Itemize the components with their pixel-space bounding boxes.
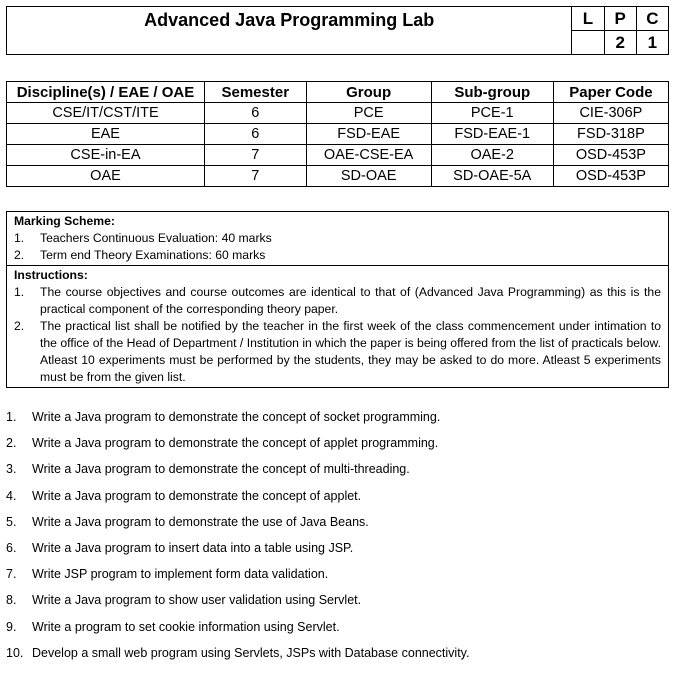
- list-number: 2.: [6, 436, 17, 451]
- marking-scheme-heading: Marking Scheme:: [14, 214, 115, 228]
- practical-list: 1. Write a Java program to demonstrate th…: [6, 404, 666, 666]
- list-item: 9. Write a program to set cookie informat…: [6, 614, 666, 640]
- table-cell: 6: [203, 102, 307, 124]
- list-item: 4. Write a Java program to demonstrate th…: [6, 483, 666, 509]
- list-number: 5.: [6, 514, 17, 529]
- instructions-section: Instructions: 1. The course objectives a…: [7, 265, 668, 387]
- list-text: Write a Java program to demonstrate the …: [32, 436, 439, 451]
- list-text: Write a Java program to demonstrate the …: [32, 462, 410, 477]
- list-item: 10. Develop a small web program using Ser…: [6, 640, 666, 666]
- scheme-instructions-box: Marking Scheme: 1. Teachers Continuous E…: [6, 211, 669, 388]
- list-text: Write JSP program to implement form data…: [32, 567, 329, 582]
- course-title-block: Advanced Java Programming Lab L P C 2 1: [5, 6, 670, 55]
- table-cell: OAE: [6, 165, 205, 187]
- list-text: Write a Java program to demonstrate the …: [32, 488, 362, 503]
- table-row: CSE-in-EA 7 OAE-CSE-EA OAE-2 OSD-453P: [6, 144, 670, 166]
- table-cell: FSD-EAE-1: [430, 123, 554, 145]
- table-row: CSE/IT/CST/ITE 6 PCE PCE-1 CIE-306P: [6, 102, 670, 124]
- list-number: 9.: [6, 619, 17, 634]
- column-header: Discipline(s) / EAE / OAE: [6, 81, 205, 103]
- list-item: 1. Teachers Continuous Evaluation: 40 ma…: [14, 230, 661, 247]
- list-text: Write a program to set cookie informatio…: [32, 619, 340, 634]
- list-item: 1. The course objectives and course outc…: [14, 284, 661, 318]
- column-header: Group: [305, 81, 432, 103]
- table-cell: 6: [203, 123, 307, 145]
- table-cell: PCE: [305, 102, 432, 124]
- list-item: 3. Write a Java program to demonstrate th…: [6, 456, 666, 482]
- marking-scheme-section: Marking Scheme: 1. Teachers Continuous E…: [7, 212, 668, 265]
- table-cell: CSE/IT/CST/ITE: [6, 102, 205, 124]
- list-item: 6. Write a Java program to insert data in…: [6, 535, 666, 561]
- list-item: 1. Write a Java program to demonstrate th…: [6, 404, 666, 430]
- table-cell: OSD-453P: [552, 165, 670, 187]
- list-text: The practical list shall be notified by …: [40, 319, 661, 384]
- table-cell: SD-OAE: [305, 165, 432, 187]
- list-text: The course objectives and course outcome…: [40, 285, 661, 316]
- list-number: 1.: [6, 410, 17, 425]
- list-item: 2. Write a Java program to demonstrate th…: [6, 430, 666, 456]
- table-cell: FSD-EAE: [305, 123, 432, 145]
- column-header: Semester: [203, 81, 307, 103]
- credit-value-l: [571, 30, 605, 55]
- list-item: 8. Write a Java program to show user vali…: [6, 587, 666, 613]
- list-number: 6.: [6, 541, 17, 556]
- credit-label-c: C: [635, 6, 670, 31]
- table-cell: PCE-1: [430, 102, 554, 124]
- list-item: 7. Write JSP program to implement form da…: [6, 561, 666, 587]
- list-number: 1.: [14, 231, 25, 245]
- list-number: 2.: [14, 248, 25, 262]
- table-cell: CIE-306P: [552, 102, 670, 124]
- table-row: OAE 7 SD-OAE SD-OAE-5A OSD-453P: [6, 165, 670, 187]
- column-header: Paper Code: [552, 81, 670, 103]
- table-cell: OSD-453P: [552, 144, 670, 166]
- credit-value-c: 1: [635, 30, 670, 55]
- list-text: Write a Java program to insert data into…: [32, 541, 354, 556]
- table-cell: 7: [203, 165, 307, 187]
- list-text: Write a Java program to demonstrate the …: [32, 514, 369, 529]
- credit-value-p: 2: [603, 30, 637, 55]
- list-number: 4.: [6, 488, 17, 503]
- table-cell: OAE-2: [430, 144, 554, 166]
- list-number: 2.: [14, 319, 25, 333]
- column-header: Sub-group: [430, 81, 554, 103]
- table-cell: CSE-in-EA: [6, 144, 205, 166]
- table-row: EAE 6 FSD-EAE FSD-EAE-1 FSD-318P: [6, 123, 670, 145]
- table-header-row: Discipline(s) / EAE / OAE Semester Group…: [6, 81, 670, 103]
- list-text: Teachers Continuous Evaluation: 40 marks: [40, 231, 272, 245]
- discipline-table: Discipline(s) / EAE / OAE Semester Group…: [6, 81, 670, 187]
- list-text: Term end Theory Examinations: 60 marks: [40, 248, 266, 262]
- table-cell: SD-OAE-5A: [430, 165, 554, 187]
- course-title: Advanced Java Programming Lab: [5, 6, 573, 55]
- credit-label-p: P: [603, 6, 637, 31]
- credit-label-l: L: [571, 6, 605, 31]
- list-number: 7.: [6, 567, 17, 582]
- table-cell: OAE-CSE-EA: [305, 144, 432, 166]
- instructions-heading: Instructions:: [14, 268, 88, 282]
- list-number: 3.: [6, 462, 17, 477]
- list-text: Write a Java program to show user valida…: [32, 593, 362, 608]
- table-cell: 7: [203, 144, 307, 166]
- list-item: 2. Term end Theory Examinations: 60 mark…: [14, 247, 661, 264]
- list-item: 5. Write a Java program to demonstrate th…: [6, 509, 666, 535]
- list-number: 1.: [14, 285, 25, 299]
- list-text: Write a Java program to demonstrate the …: [32, 410, 441, 425]
- table-cell: EAE: [6, 123, 205, 145]
- table-cell: FSD-318P: [552, 123, 670, 145]
- list-text: Develop a small web program using Servle…: [32, 645, 470, 660]
- list-number: 10.: [6, 645, 24, 660]
- list-item: 2. The practical list shall be notified …: [14, 318, 661, 386]
- list-number: 8.: [6, 593, 17, 608]
